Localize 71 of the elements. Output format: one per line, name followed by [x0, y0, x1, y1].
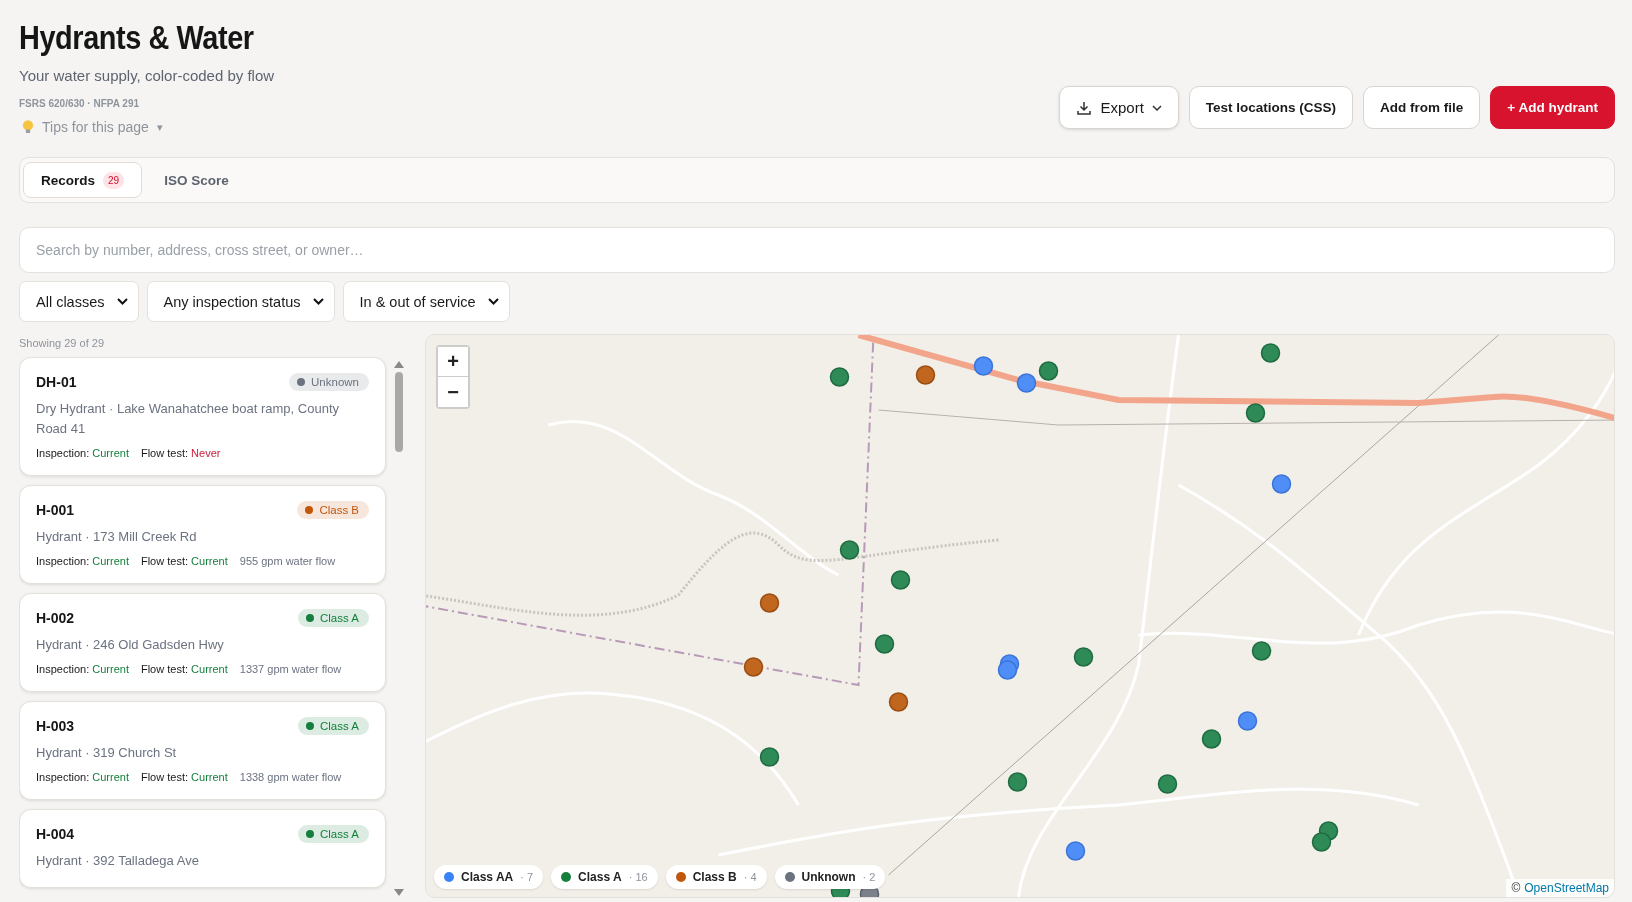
- scroll-up-icon[interactable]: [393, 361, 404, 368]
- hydrant-description: Hydrant · 246 Old Gadsden Hwy: [36, 636, 225, 654]
- class-badge: Class B: [297, 501, 369, 519]
- attribution-link[interactable]: OpenStreetMap: [1524, 881, 1609, 895]
- hydrant-description: Hydrant · 392 Talladega Ave: [36, 852, 200, 870]
- legend-chip[interactable]: Unknown · 2: [774, 865, 886, 889]
- hydrant-card[interactable]: H-001 Class B Hydrant · 173 Mill Creek Rd Inspection: Current Flow test: Current 955 gpm water flow: [19, 485, 386, 584]
- search-field[interactable]: Search by number, address, cross street, or owner…: [19, 227, 1615, 273]
- class-badge: Class A: [298, 825, 369, 843]
- inspection-status: Inspection: Current: [36, 663, 129, 675]
- class-badge: Unknown: [289, 373, 369, 391]
- map-drawing[interactable]: [426, 335, 1614, 897]
- legend-label: Class A: [578, 870, 622, 884]
- legend-count: · 4: [743, 871, 757, 883]
- export-button[interactable]: Export: [1059, 86, 1179, 129]
- chevron-down-icon: [312, 298, 324, 305]
- add-hydrant-button[interactable]: + Add hydrant: [1490, 86, 1615, 129]
- hydrant-id: H-003: [36, 718, 75, 734]
- legend-count: · 2: [862, 871, 876, 883]
- legend-chip[interactable]: Class AA · 7: [434, 865, 544, 889]
- hydrant-description: Hydrant · 319 Church St: [36, 744, 178, 762]
- flow-test-status: Flow test: Current: [140, 663, 228, 675]
- flow-rate: 1338 gpm water flow: [239, 771, 342, 783]
- lightbulb-icon: [22, 119, 34, 135]
- hydrant-card[interactable]: DH-01 Unknown Dry Hydrant · Lake Wanahatchee boat ramp, County Road 41 Inspection: Current Flow test: Never: [19, 357, 386, 476]
- hydrant-id: H-002: [36, 610, 75, 626]
- filter-dropdown[interactable]: All classes: [19, 281, 139, 322]
- hydrant-card[interactable]: H-003 Class A Hydrant · 319 Church St Inspection: Current Flow test: Current 1338 gpm water flow: [19, 701, 386, 800]
- page-subtitle: Your water supply, color-coded by flow: [19, 67, 276, 84]
- flow-test-status: Flow test: Current: [140, 555, 228, 567]
- inspection-status: Inspection: Current: [36, 447, 129, 459]
- tab[interactable]: Records 29: [23, 162, 143, 198]
- class-badge: Class A: [298, 717, 369, 735]
- hydrant-description: Dry Hydrant · Lake Wanahatchee boat ramp, County Road 41: [36, 400, 340, 438]
- filter-dropdown[interactable]: Any inspection status: [146, 281, 335, 322]
- action-button[interactable]: Add from file: [1363, 86, 1481, 129]
- flow-rate: 1337 gpm water flow: [239, 663, 342, 675]
- tab[interactable]: ISO Score: [146, 162, 247, 198]
- standards-label: FSRS 620/630 · NFPA 291: [19, 98, 141, 109]
- legend-count: · 7: [520, 871, 534, 883]
- legend-chip[interactable]: Class A · 16: [551, 865, 658, 889]
- hydrant-card[interactable]: H-004 Class A Hydrant · 392 Talladega Ave: [19, 809, 386, 888]
- legend-chip[interactable]: Class B · 4: [665, 865, 767, 889]
- scroll-down-icon[interactable]: [393, 889, 404, 896]
- chevron-down-icon: [116, 298, 128, 305]
- hydrant-card[interactable]: H-002 Class A Hydrant · 246 Old Gadsden Hwy Inspection: Current Flow test: Current 1337 gpm water flow: [19, 593, 386, 692]
- inspection-status: Inspection: Current: [36, 555, 129, 567]
- legend-label: Class AA: [461, 870, 514, 884]
- scrollbar-thumb[interactable]: [394, 372, 403, 452]
- inspection-status: Inspection: Current: [36, 771, 129, 783]
- hydrant-id: H-001: [36, 502, 75, 518]
- legend-label: Class B: [692, 870, 737, 884]
- action-button[interactable]: Test locations (CSS): [1188, 86, 1354, 129]
- chevron-down-icon: [1151, 104, 1162, 111]
- class-badge: Class A: [298, 609, 369, 627]
- zoom-in-button[interactable]: +: [438, 347, 468, 377]
- legend-count: · 16: [628, 871, 648, 883]
- hydrant-description: Hydrant · 173 Mill Creek Rd: [36, 528, 198, 546]
- page-title: Hydrants & Water: [19, 18, 254, 57]
- chevron-down-icon: [487, 298, 499, 305]
- copyright-symbol: ©: [1511, 881, 1521, 895]
- legend-label: Unknown: [801, 870, 856, 884]
- flow-test-status: Flow test: Current: [140, 771, 228, 783]
- count-badge: 29: [103, 171, 125, 189]
- flow-test-status: Flow test: Never: [140, 447, 221, 459]
- hydrant-id: DH-01: [36, 374, 77, 390]
- download-icon: [1076, 99, 1093, 116]
- filter-dropdown[interactable]: In & out of service: [342, 281, 510, 322]
- flow-rate: 955 gpm water flow: [239, 555, 336, 567]
- result-count: Showing 29 of 29: [19, 337, 105, 349]
- hydrant-id: H-004: [36, 826, 75, 842]
